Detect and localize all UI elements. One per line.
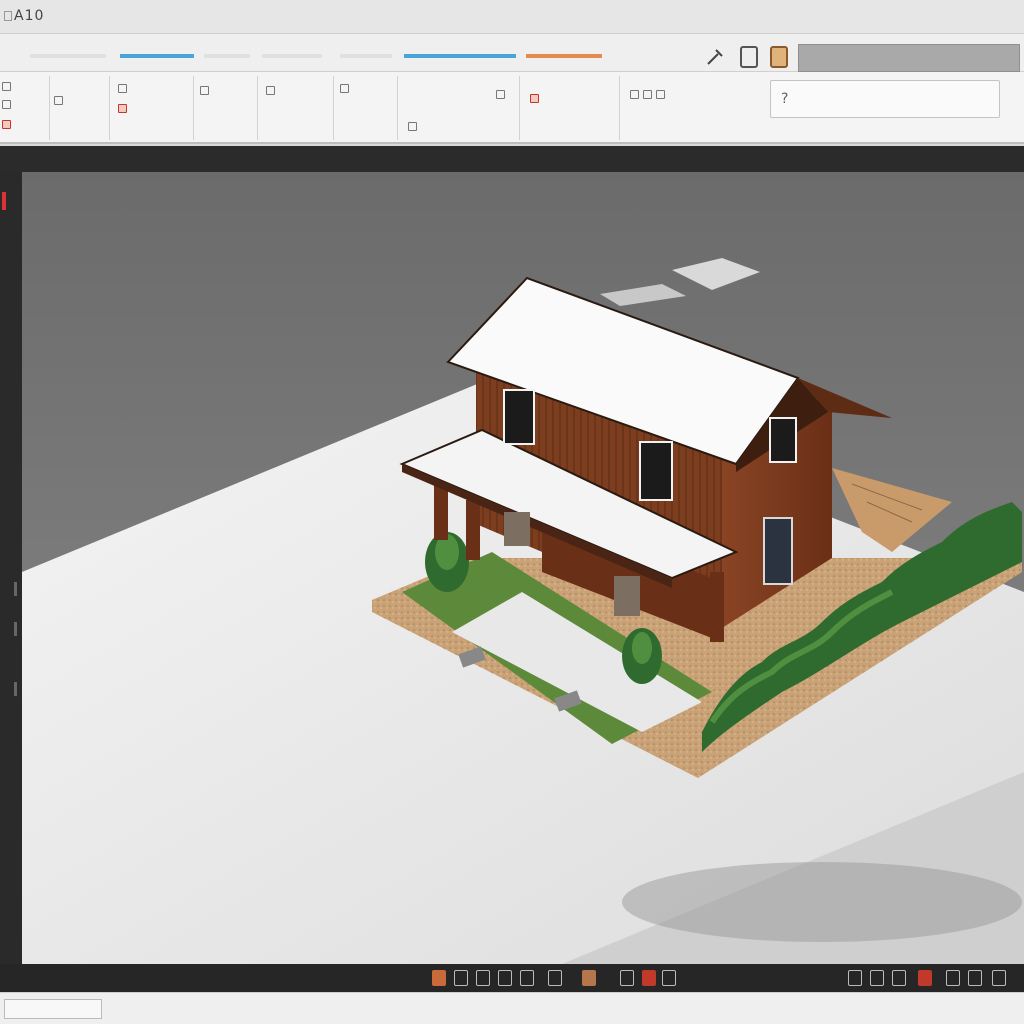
ribbon-button[interactable]: [408, 122, 421, 132]
house-model-scene[interactable]: [22, 172, 1024, 964]
window-title: A10: [14, 8, 45, 24]
ribbon-button[interactable]: [54, 96, 67, 106]
ribbon-button[interactable]: [2, 82, 15, 92]
ribbon-button[interactable]: [530, 94, 543, 104]
view-scale-icon[interactable]: [432, 970, 446, 986]
ribbon-tab-3[interactable]: [204, 46, 250, 68]
pin-icon[interactable]: [706, 46, 724, 68]
ribbon-group-5: [258, 76, 334, 140]
selection-icon[interactable]: [918, 970, 932, 986]
help-icon: ?: [781, 91, 789, 107]
layer-icon[interactable]: [740, 46, 758, 68]
worksharing-icon[interactable]: [848, 970, 862, 986]
design-options-icon[interactable]: [870, 970, 884, 986]
ribbon-button[interactable]: [2, 100, 15, 110]
ribbon-tab-1[interactable]: [30, 46, 106, 68]
title-bar: A10: [0, 0, 1024, 34]
rail-handle[interactable]: [14, 682, 17, 696]
select-pinned-icon[interactable]: [992, 970, 1006, 986]
ribbon-button[interactable]: [118, 84, 131, 94]
ribbon-button[interactable]: [340, 84, 353, 94]
sun-path-icon[interactable]: [498, 970, 512, 986]
ribbon-group-4: [194, 76, 258, 140]
ribbon-group-6: [334, 76, 398, 140]
select-links-icon[interactable]: [946, 970, 960, 986]
shrub-center: [622, 628, 662, 684]
shadows-icon[interactable]: [520, 970, 534, 986]
select-underlay-icon[interactable]: [968, 970, 982, 986]
ribbon-group-3: [110, 76, 194, 140]
ribbon-group-9: [620, 76, 770, 140]
rail-handle[interactable]: [14, 582, 17, 596]
shrub-left: [425, 532, 469, 592]
filter-icon[interactable]: [892, 970, 906, 986]
hide-icon[interactable]: [620, 970, 634, 986]
ribbon-button[interactable]: [266, 86, 279, 96]
3d-viewport[interactable]: [22, 172, 1024, 964]
reveal-icon[interactable]: [662, 970, 676, 986]
rail-handle[interactable]: [14, 622, 17, 636]
status-bar: [0, 992, 1024, 1024]
ribbon-tab-6[interactable]: [404, 46, 516, 68]
view-header-strip: [0, 146, 1024, 172]
ribbon-tab-4[interactable]: [262, 46, 322, 68]
ribbon-button[interactable]: [496, 90, 509, 100]
ribbon-button[interactable]: [200, 86, 213, 96]
view-control-bar: [0, 964, 1024, 992]
ribbon-button[interactable]: [2, 120, 15, 130]
crop-icon[interactable]: [582, 970, 596, 986]
status-text: [4, 999, 102, 1019]
ribbon-tab-2[interactable]: [120, 46, 194, 68]
left-tool-rail: [0, 172, 22, 964]
detail-level-icon[interactable]: [454, 970, 468, 986]
view-combo[interactable]: [798, 44, 1020, 72]
search-input[interactable]: [797, 91, 987, 109]
ribbon-tab-5[interactable]: [340, 46, 392, 68]
ribbon-button[interactable]: [118, 104, 131, 114]
render-icon[interactable]: [548, 970, 562, 986]
search-box[interactable]: ?: [770, 80, 1000, 118]
quick-tools: [700, 40, 1024, 74]
ribbon-group-2: [50, 76, 110, 140]
ribbon-button[interactable]: [630, 90, 669, 100]
visual-style-icon[interactable]: [476, 970, 490, 986]
ribbon-group-1: [0, 76, 50, 140]
material-icon[interactable]: [770, 46, 788, 68]
temporary-isolate-icon[interactable]: [642, 970, 656, 986]
ribbon-tab-7[interactable]: [526, 46, 602, 68]
ribbon-group-7: [398, 76, 520, 140]
active-tool-marker[interactable]: [2, 192, 6, 210]
cad-application: A10 ?: [0, 0, 1024, 1024]
ribbon-group-8: [520, 76, 620, 140]
app-icon: [4, 11, 12, 21]
